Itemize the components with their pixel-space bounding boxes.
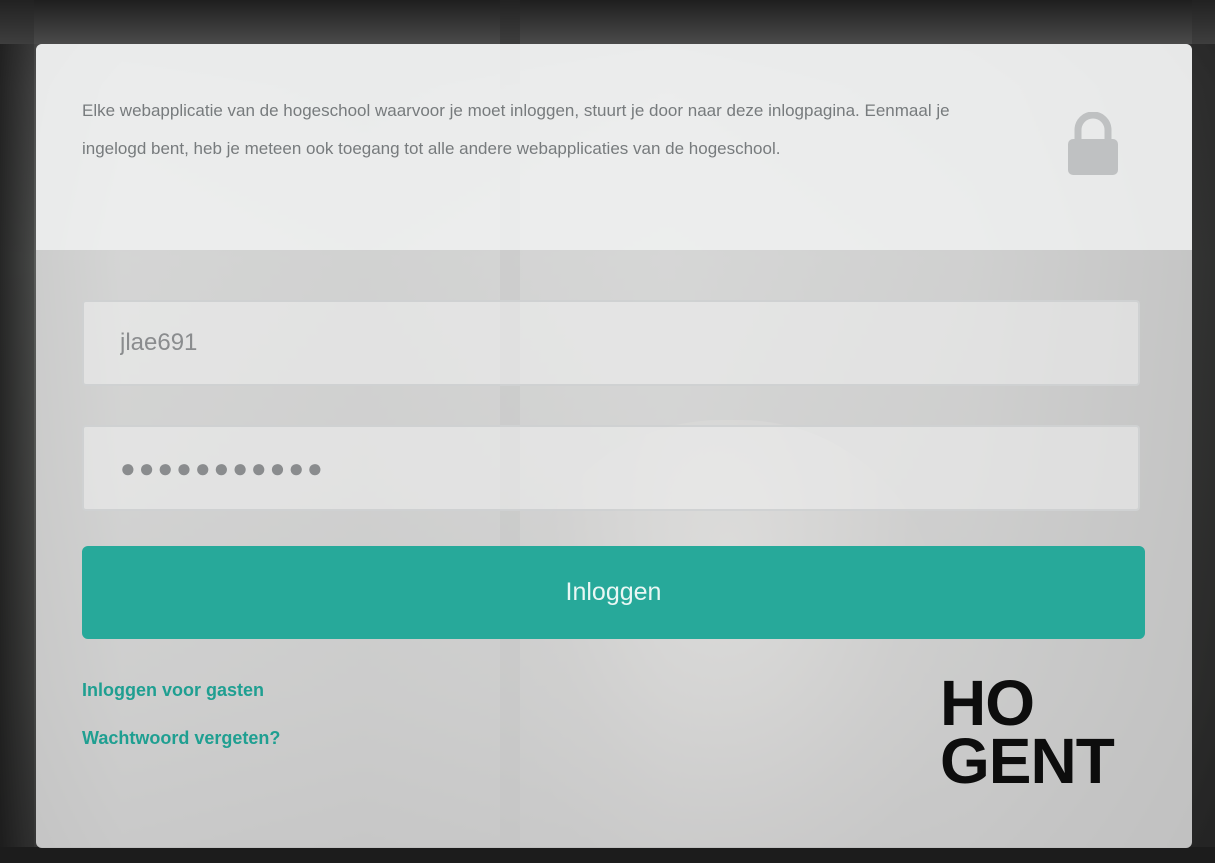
login-card: Elke webapplicatie van de hogeschool waa…	[36, 44, 1192, 848]
card-header: Elke webapplicatie van de hogeschool waa…	[36, 44, 1192, 250]
background-top-strip	[0, 0, 1215, 44]
login-button[interactable]: Inloggen	[82, 546, 1145, 639]
guest-login-link[interactable]: Inloggen voor gasten	[82, 680, 264, 701]
intro-text: Elke webapplicatie van de hogeschool waa…	[82, 101, 950, 158]
logo-line-2: GENT	[940, 725, 1115, 797]
username-input[interactable]	[82, 300, 1140, 386]
hogent-logo: HO GENT	[940, 667, 1115, 797]
background-pillar	[0, 0, 34, 863]
lock-icon	[1068, 112, 1118, 175]
forgot-password-link[interactable]: Wachtwoord vergeten?	[82, 728, 280, 749]
background-pillar	[1192, 0, 1215, 863]
password-input[interactable]	[82, 425, 1140, 511]
background-bottom-strip	[0, 847, 1215, 863]
logo-line-1: HO	[940, 667, 1035, 739]
